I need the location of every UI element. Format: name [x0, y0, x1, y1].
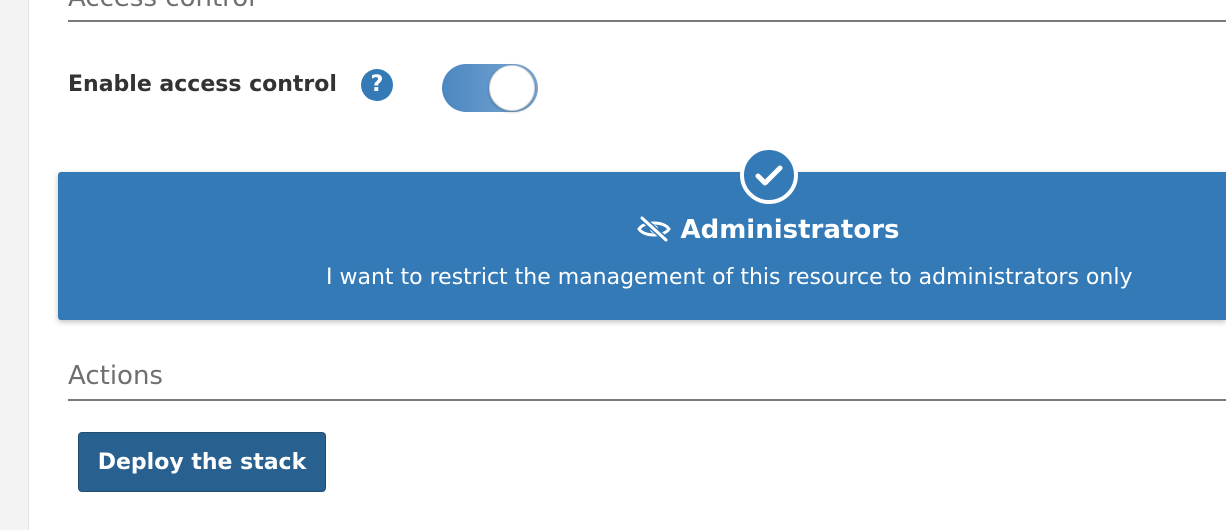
left-gutter — [0, 0, 29, 530]
enable-access-control-label: Enable access control — [68, 72, 337, 97]
deploy-stack-button[interactable]: Deploy the stack — [78, 432, 326, 492]
page: Access control Enable access control ? A… — [0, 0, 1226, 530]
check-circle-icon — [740, 146, 798, 204]
access-control-toggle[interactable] — [442, 64, 538, 112]
actions-section-title: Actions — [68, 361, 163, 391]
option-description: I want to restrict the management of thi… — [326, 265, 1133, 290]
option-title: Administrators — [680, 215, 900, 245]
actions-divider — [68, 399, 1226, 401]
access-control-section-title: Access control — [68, 0, 255, 13]
access-control-divider — [68, 20, 1226, 22]
toggle-knob — [489, 65, 535, 111]
help-icon[interactable]: ? — [361, 69, 393, 101]
eye-slash-icon — [636, 215, 672, 249]
option-title-row: Administrators — [0, 215, 1226, 249]
